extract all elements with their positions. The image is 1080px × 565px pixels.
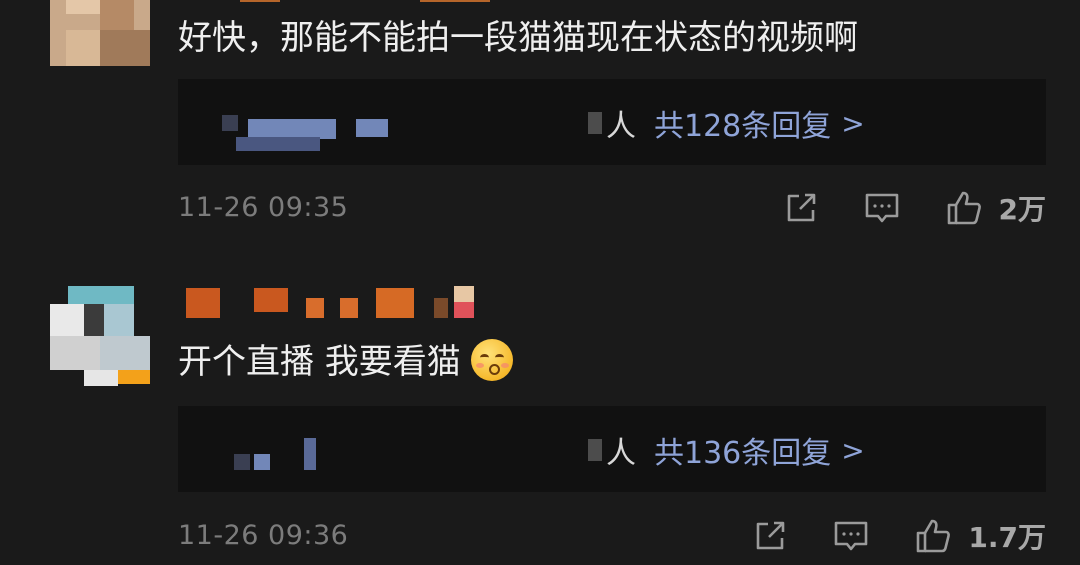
reply-count-link[interactable]: 共128条回复: [654, 101, 831, 145]
share-button[interactable]: [783, 190, 819, 226]
timestamp: 11-26 09:36: [178, 520, 349, 551]
reply-participants-label: 人: [606, 109, 636, 144]
chevron-right-icon: >: [841, 106, 865, 140]
share-button[interactable]: [752, 518, 788, 554]
share-icon: [787, 193, 815, 222]
like-count: 1.7万: [968, 521, 1046, 554]
comment-meta: 11-26 09:36 1.7万: [178, 516, 1046, 556]
blurred-name-fragment: [588, 112, 602, 134]
reply-preview[interactable]: 人 共136条回复 >: [178, 406, 1046, 492]
comment-meta: 11-26 09:35 2万: [178, 188, 1046, 228]
avatar[interactable]: [50, 0, 150, 66]
like-button[interactable]: 2万: [945, 188, 1046, 228]
comment-text: 开个直播 我要看猫: [178, 338, 513, 385]
reply-summary[interactable]: 人 共136条回复 >: [588, 428, 865, 472]
like-button[interactable]: 1.7万: [914, 516, 1046, 556]
comment-button[interactable]: [863, 190, 901, 226]
action-bar: 1.7万: [708, 516, 1046, 556]
reply-summary[interactable]: 人 共128条回复 >: [588, 101, 865, 145]
reply-count-link[interactable]: 共136条回复: [654, 428, 831, 472]
comment-icon: [865, 193, 898, 223]
comment-button[interactable]: [832, 518, 870, 554]
avatar[interactable]: [50, 286, 150, 386]
thumbs-up-icon: [917, 519, 951, 553]
comment-icon: [835, 521, 868, 551]
timestamp: 11-26 09:35: [178, 192, 349, 223]
thumbs-up-icon: [947, 191, 981, 225]
reply-participants-label: 人: [606, 436, 636, 471]
blurred-name-fragment: [588, 439, 602, 461]
like-count: 2万: [998, 193, 1046, 226]
chevron-right-icon: >: [841, 433, 865, 467]
comment-text: 好快，那能不能拍一段猫猫现在状态的视频啊: [178, 18, 858, 58]
kissing-smiling-eyes-emoji-icon: [470, 338, 513, 381]
share-icon: [757, 521, 785, 550]
comment-text-content: 开个直播 我要看猫: [178, 342, 461, 382]
reply-preview[interactable]: 人 共128条回复 >: [178, 79, 1046, 165]
action-bar: 2万: [739, 188, 1046, 228]
